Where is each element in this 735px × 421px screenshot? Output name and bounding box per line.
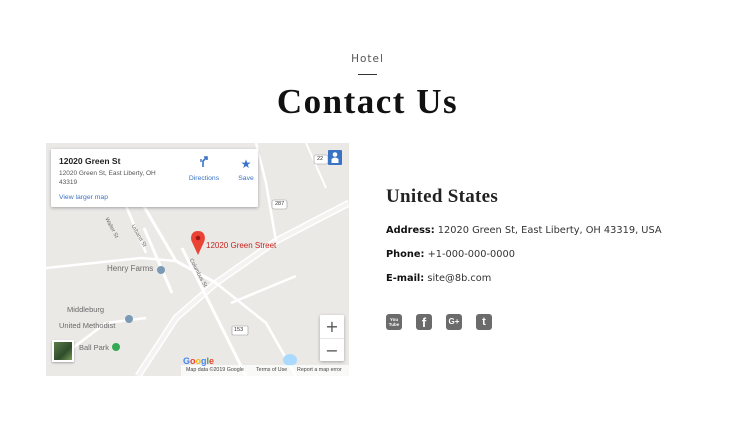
street-view-pegman-icon[interactable] [328,150,342,165]
social-links: You Tube f G+ t [386,314,492,330]
place-address: 12020 Green St, East Liberty, OH 43319 [59,170,156,186]
twitter-icon-text: t [482,316,486,328]
facebook-icon[interactable]: f [416,314,432,330]
zoom-control: + − [320,315,344,361]
page-title: Contact Us [276,82,459,121]
pin-label: 12020 Green Street [206,241,277,250]
phone-row: Phone: +1-000-000-0000 [386,249,515,260]
address-label: Address: [386,225,435,236]
section-eyebrow: Hotel [351,53,384,65]
middleburg-label: Middleburg [67,305,105,314]
map-data-attribution: Map data ©2019 Google [186,367,244,373]
report-map-error-link[interactable]: Report a map error [297,367,342,376]
title-divider [358,74,377,75]
route-153-label: 153 [234,326,244,333]
street-view-thumbnail[interactable] [52,340,74,362]
embedded-map[interactable]: 287 22 153 Walter St Urbana St Columbus … [46,143,349,376]
united-methodist-label: United Methodist [59,321,116,330]
zoom-in-button[interactable]: + [320,315,344,338]
contact-info: United States [386,186,498,208]
place-info-card: 12020 Green St 12020 Green St, East Libe… [51,149,258,207]
google-plus-icon-text: G+ [448,317,460,326]
henry-farms-label: Henry Farms [107,264,154,273]
google-plus-icon[interactable]: G+ [446,314,462,330]
terms-of-use-link[interactable]: Terms of Use [256,367,287,376]
phone-label: Phone: [386,249,425,260]
facebook-icon-text: f [421,315,427,330]
directions-button[interactable]: Directions [187,155,221,182]
email-row: E-mail: site@8b.com [386,273,491,284]
star-icon: ★ [240,157,252,171]
youtube-icon[interactable]: You Tube [386,314,402,330]
phone-value[interactable]: +1-000-000-0000 [428,249,515,260]
email-label: E-mail: [386,273,425,284]
route-287-label: 287 [275,200,285,207]
view-larger-map-link[interactable]: View larger map [59,194,108,201]
country-heading: United States [386,186,499,207]
google-logo[interactable]: Google [183,356,214,366]
save-label: Save [238,175,254,182]
email-value[interactable]: site@8b.com [427,273,491,284]
directions-icon [200,156,208,167]
ball-park-label: Ball Park [79,343,110,352]
address-row: Address: 12020 Green St, East Liberty, O… [386,225,662,236]
route-22-label: 22 [317,155,324,162]
save-button[interactable]: ★ Save [237,155,255,182]
twitter-icon[interactable]: t [476,314,492,330]
place-name: 12020 Green St [59,156,121,166]
address-value: 12020 Green St, East Liberty, OH 43319, … [437,225,662,236]
youtube-icon-text: You Tube [388,317,400,327]
directions-label: Directions [188,175,220,182]
zoom-out-button[interactable]: − [320,338,344,361]
